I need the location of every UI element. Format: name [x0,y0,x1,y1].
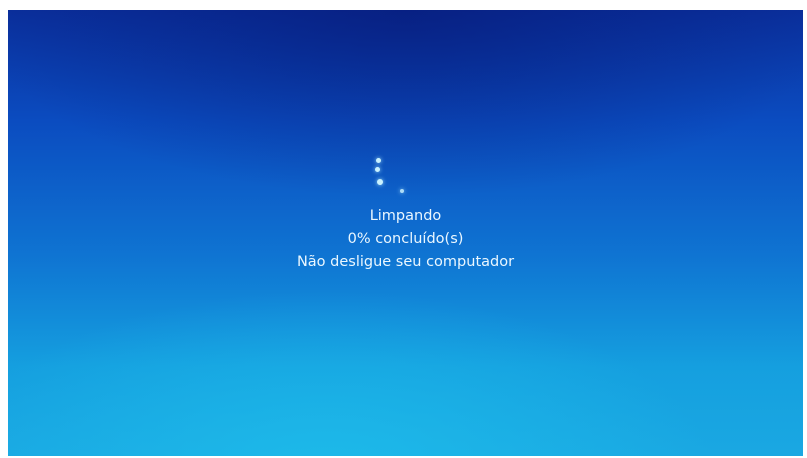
windows-update-screen: Limpando 0% concluído(s) Não desligue se… [8,10,803,456]
warning-text: Não desligue seu computador [296,254,515,270]
spinner-dot [377,179,383,185]
status-messages: Limpando 0% concluído(s) Não desligue se… [8,205,803,274]
status-title: Limpando [369,208,442,224]
spinner-dot [376,158,381,163]
spinner-dot [400,189,404,193]
loading-spinner-icon [363,155,423,205]
progress-text: 0% concluído(s) [347,231,464,247]
spinner-dot [375,167,380,172]
photo-frame: Limpando 0% concluído(s) Não desligue se… [0,0,807,458]
